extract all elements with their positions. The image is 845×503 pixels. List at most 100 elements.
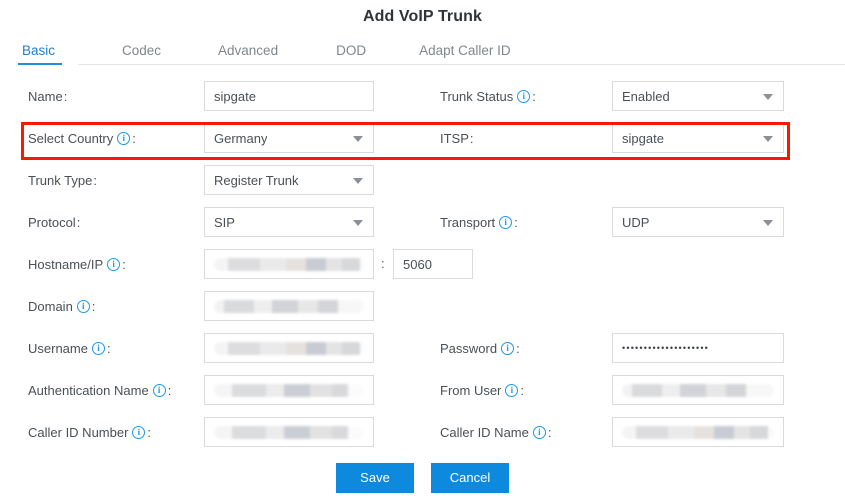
label-username-wrap: Username i:: [28, 327, 111, 369]
form-row-country-itsp: Select Country i: Germany ITSP: sipgate: [0, 117, 845, 159]
info-icon-caller-id-number[interactable]: i: [132, 425, 146, 439]
tab-basic[interactable]: Basic: [18, 43, 62, 65]
dialog-button-bar: Save Cancel: [0, 463, 845, 493]
label-domain: Domain i:: [28, 298, 96, 314]
info-icon-caller-id-name[interactable]: i: [532, 425, 546, 439]
authentication-name-redacted-value: [214, 383, 364, 397]
page-title: Add VoIP Trunk: [362, 8, 483, 25]
caller-id-name-input[interactable]: [612, 417, 784, 447]
label-transport: Transport i:: [440, 214, 518, 230]
label-hostname-wrap: Hostname/IP i:: [28, 243, 126, 285]
form-row-domain: Domain i:: [0, 285, 845, 327]
username-input[interactable]: [204, 333, 374, 363]
label-caller-id-number: Caller ID Number i:: [28, 424, 152, 440]
itsp-value: sipgate: [622, 130, 664, 146]
info-icon-authentication-name[interactable]: i: [152, 383, 166, 397]
label-trunk-status: Trunk Status i:: [440, 88, 536, 104]
label-caller-id-name: Caller ID Name i:: [440, 424, 552, 440]
hostname-ip-input[interactable]: [204, 249, 374, 279]
info-icon-password[interactable]: i: [501, 341, 515, 355]
chevron-down-icon-select-country: [353, 136, 363, 142]
label-auth-name-wrap: Authentication Name i:: [28, 369, 171, 411]
select-country-select[interactable]: Germany: [204, 123, 374, 153]
chevron-down-icon-itsp: [763, 136, 773, 142]
label-trunk-type-wrap: Trunk Type:: [28, 159, 97, 201]
label-password-wrap: Password i:: [440, 327, 520, 369]
label-transport-wrap: Transport i:: [440, 201, 518, 243]
from-user-input[interactable]: [612, 375, 784, 405]
caller-id-number-input[interactable]: [204, 417, 374, 447]
name-input[interactable]: sipgate: [204, 81, 374, 111]
from-user-redacted-value: [622, 383, 774, 397]
tab-advanced[interactable]: Advanced: [218, 43, 278, 65]
chevron-down-icon-protocol: [353, 220, 363, 226]
label-name-wrap: Name:: [28, 75, 67, 117]
label-trunk-type: Trunk Type:: [28, 172, 97, 188]
form-row-username-password: Username i: Password i: ••••••••••••••••••…: [0, 327, 845, 369]
form-row-protocol-transport: Protocol: SIP Transport i: UDP: [0, 201, 845, 243]
trunk-type-value: Register Trunk: [214, 172, 299, 188]
caller-id-number-redacted-value: [214, 425, 364, 439]
label-trunk-status-wrap: Trunk Status i:: [440, 75, 536, 117]
name-input-value: sipgate: [214, 88, 256, 104]
label-authentication-name: Authentication Name i:: [28, 382, 172, 398]
form-row-callerid: Caller ID Number i: Caller ID Name i:: [0, 411, 845, 453]
label-name: Name:: [28, 88, 68, 104]
password-input[interactable]: ••••••••••••••••••••: [612, 333, 784, 363]
label-password: Password i:: [440, 340, 520, 356]
label-caller-id-name-wrap: Caller ID Name i:: [440, 411, 551, 453]
password-masked-value: ••••••••••••••••••••: [622, 343, 710, 353]
trunk-status-value: Enabled: [622, 88, 670, 104]
label-protocol: Protocol:: [28, 214, 81, 230]
label-from-user-wrap: From User i:: [440, 369, 524, 411]
chevron-down-icon-trunk-type: [353, 178, 363, 184]
cancel-button[interactable]: Cancel: [431, 463, 509, 493]
port-input[interactable]: 5060: [393, 249, 473, 279]
label-username: Username i:: [28, 340, 111, 356]
form-row-hostname-port: Hostname/IP i: : 5060: [0, 243, 845, 285]
select-country-value: Germany: [214, 130, 268, 146]
trunk-status-select[interactable]: Enabled: [612, 81, 784, 111]
save-button[interactable]: Save: [336, 463, 414, 493]
chevron-down-icon-transport: [763, 220, 773, 226]
transport-select[interactable]: UDP: [612, 207, 784, 237]
basic-form: Name: sipgate Trunk Status i: Enabled Sel…: [0, 65, 845, 453]
form-row-authname-fromuser: Authentication Name i: From User i:: [0, 369, 845, 411]
label-select-country-wrap: Select Country i:: [28, 117, 136, 159]
domain-redacted-value: [214, 299, 364, 313]
label-itsp: ITSP:: [440, 130, 474, 146]
chevron-down-icon-trunk-status: [763, 94, 773, 100]
username-redacted-value: [214, 341, 364, 355]
info-icon-select-country[interactable]: i: [117, 131, 131, 145]
trunk-type-select[interactable]: Register Trunk: [204, 165, 374, 195]
protocol-select[interactable]: SIP: [204, 207, 374, 237]
label-itsp-wrap: ITSP:: [440, 117, 474, 159]
info-icon-hostname-ip[interactable]: i: [107, 257, 121, 271]
tab-adapt-caller-id[interactable]: Adapt Caller ID: [419, 43, 511, 65]
label-caller-id-number-wrap: Caller ID Number i:: [28, 411, 151, 453]
port-input-value: 5060: [403, 256, 432, 272]
authentication-name-input[interactable]: [204, 375, 374, 405]
transport-value: UDP: [622, 214, 650, 230]
form-row-trunk-type: Trunk Type: Register Trunk: [0, 159, 845, 201]
label-select-country: Select Country i:: [28, 130, 136, 146]
form-row-name-trunkstatus: Name: sipgate Trunk Status i: Enabled: [0, 75, 845, 117]
hostname-ip-redacted-value: [214, 257, 364, 271]
caller-id-name-redacted-value: [622, 425, 774, 439]
info-icon-trunk-status[interactable]: i: [517, 89, 531, 103]
tab-bar: Basic Codec Advanced DOD Adapt Caller ID: [0, 35, 845, 65]
info-icon-transport[interactable]: i: [499, 215, 513, 229]
protocol-value: SIP: [214, 214, 235, 230]
label-protocol-wrap: Protocol:: [28, 201, 80, 243]
itsp-select[interactable]: sipgate: [612, 123, 784, 153]
tab-codec[interactable]: Codec: [122, 43, 161, 65]
tab-dod[interactable]: DOD: [336, 43, 366, 65]
port-separator: :: [381, 256, 385, 271]
info-icon-username[interactable]: i: [91, 341, 105, 355]
label-hostname-ip: Hostname/IP i:: [28, 256, 126, 272]
info-icon-domain[interactable]: i: [76, 299, 90, 313]
domain-input[interactable]: [204, 291, 374, 321]
info-icon-from-user[interactable]: i: [505, 383, 519, 397]
label-from-user: From User i:: [440, 382, 525, 398]
label-domain-wrap: Domain i:: [28, 285, 95, 327]
